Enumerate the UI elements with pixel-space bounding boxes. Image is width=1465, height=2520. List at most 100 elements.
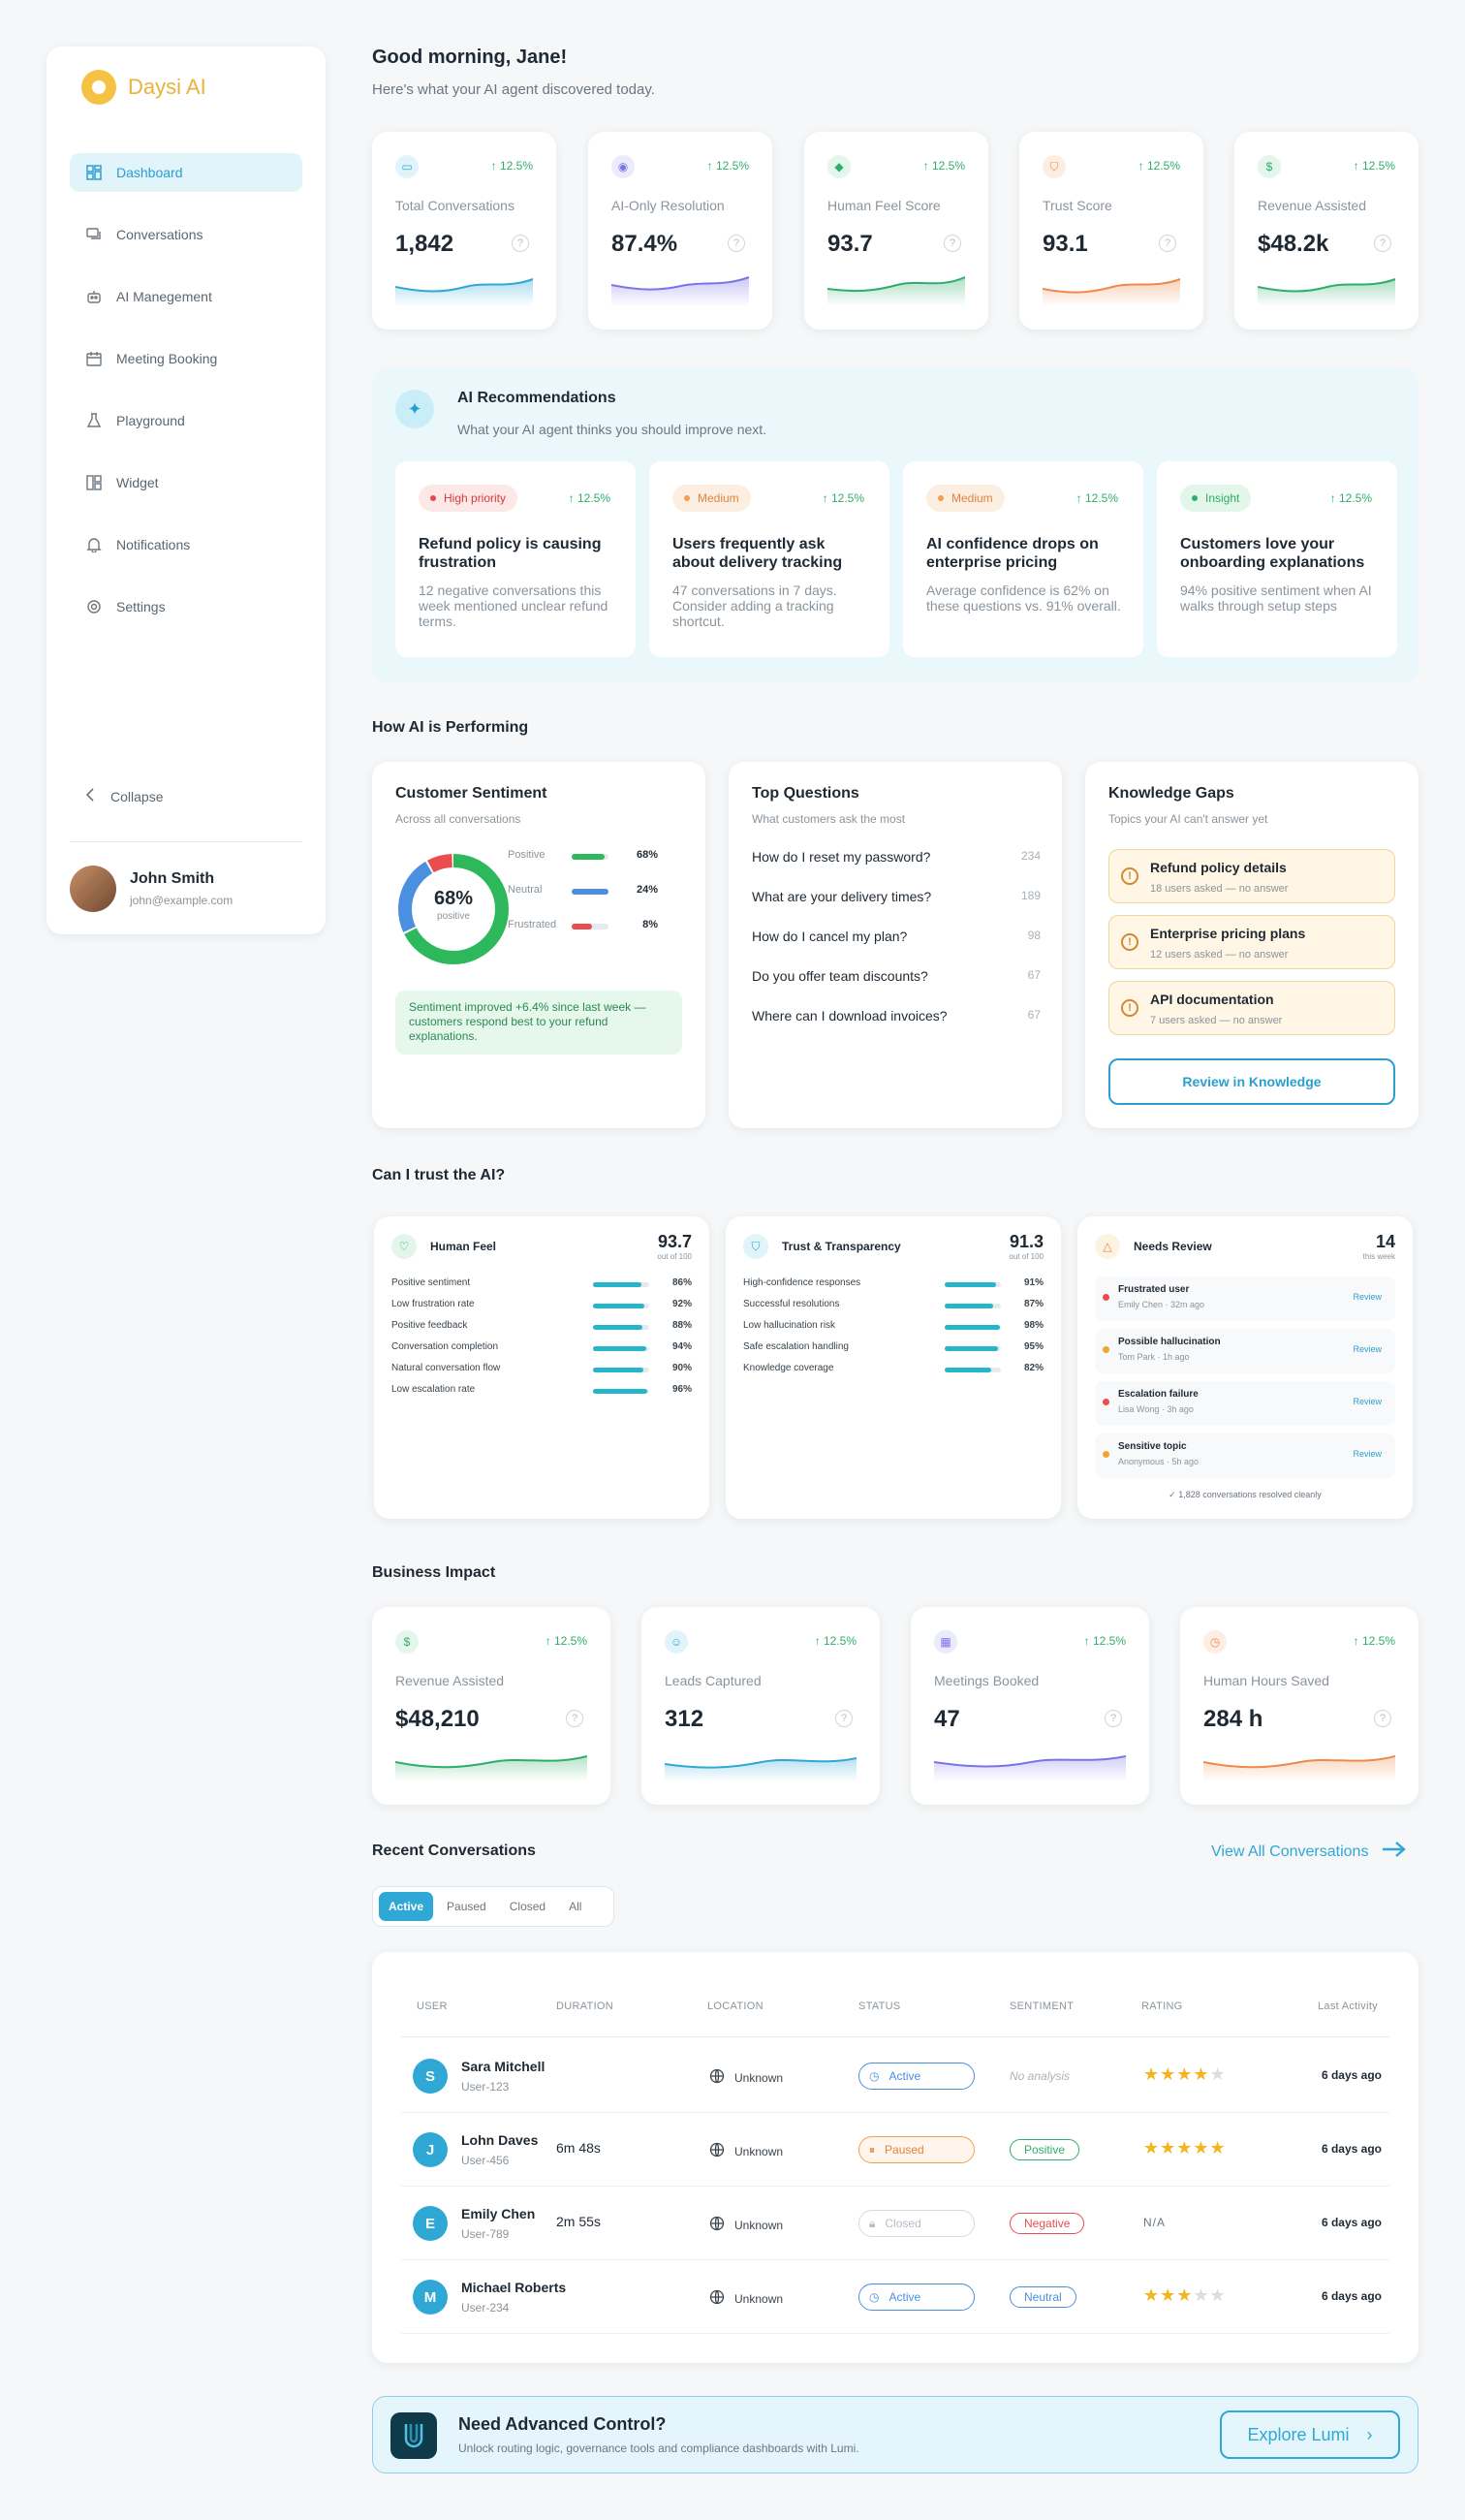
stat-label: Total Conversations bbox=[395, 198, 514, 213]
user-profile[interactable]: John Smith john@example.com bbox=[70, 866, 233, 912]
knowledge-gap-item[interactable]: ! Enterprise pricing plans 12 users asked … bbox=[1108, 915, 1395, 969]
question-item[interactable]: Do you offer team discounts? 67 bbox=[752, 968, 1041, 984]
help-icon[interactable]: ? bbox=[566, 1710, 583, 1727]
location: Unknown bbox=[709, 2289, 783, 2308]
sidebar-item-label: Meeting Booking bbox=[116, 351, 218, 366]
legend-frustrated: Frustrated 8% bbox=[508, 919, 658, 930]
business-card-hours-saved[interactable]: ◷ ↑ 12.5% Human Hours Saved 284 h ? bbox=[1180, 1607, 1418, 1805]
stat-card-ai-only-resolution[interactable]: ◉ ↑ 12.5% AI-Only Resolution 87.4% ? bbox=[588, 132, 772, 330]
review-link[interactable]: Review bbox=[1353, 1344, 1382, 1354]
explore-lumi-button[interactable]: Explore Lumi › bbox=[1220, 2410, 1400, 2459]
table-row[interactable]: E Emily Chen User-789 2m 55s Unknown 🔒︎ C… bbox=[401, 2187, 1389, 2260]
recommendation-card[interactable]: Insight ↑ 12.5% Customers love your onbo… bbox=[1157, 461, 1397, 657]
customer-sentiment-card: Customer Sentiment Across all conversati… bbox=[372, 762, 705, 1128]
table-row[interactable]: S Sara Mitchell User-123 Unknown ◷ Active… bbox=[401, 2039, 1389, 2113]
header-divider bbox=[401, 2036, 1389, 2037]
help-icon[interactable]: ? bbox=[728, 235, 745, 252]
sentiment-badge: Neutral bbox=[1010, 2286, 1076, 2308]
help-icon[interactable]: ? bbox=[1105, 1710, 1122, 1727]
sidebar-item-meeting-booking[interactable]: Meeting Booking bbox=[70, 339, 302, 378]
sidebar-item-playground[interactable]: Playground bbox=[70, 401, 302, 440]
stat-card-revenue-assisted[interactable]: $ ↑ 12.5% Revenue Assisted $48.2k ? bbox=[1234, 132, 1418, 330]
column-header[interactable]: USER bbox=[417, 2000, 448, 2012]
recommendation-card[interactable]: High priority ↑ 12.5% Refund policy is c… bbox=[395, 461, 636, 657]
table-row[interactable]: J Lohn Daves User-456 6m 48s Unknown ⏸ Pa… bbox=[401, 2113, 1389, 2187]
app-logo[interactable]: Daysi AI bbox=[81, 70, 206, 105]
review-item[interactable]: Sensitive topic Anonymous · 5h ago Review bbox=[1095, 1433, 1395, 1478]
column-header[interactable]: Last Activity bbox=[1318, 2000, 1378, 2012]
card-title: Human Feel bbox=[430, 1240, 497, 1253]
tab-closed[interactable]: Closed bbox=[500, 1892, 555, 1921]
table-row[interactable]: M Michael Roberts User-234 Unknown ◷ Acti… bbox=[401, 2260, 1389, 2334]
metric-row: Low hallucination risk 98% bbox=[743, 1320, 1044, 1331]
metric-row: Low frustration rate 92% bbox=[391, 1299, 692, 1309]
stat-card-trust-score[interactable]: ⛉ ↑ 12.5% Trust Score 93.1 ? bbox=[1019, 132, 1203, 330]
help-icon[interactable]: ? bbox=[512, 235, 529, 252]
user-id: User-456 bbox=[461, 2154, 510, 2167]
sparkline bbox=[665, 1757, 857, 1781]
status-badge: ⏸ Paused bbox=[858, 2136, 975, 2163]
trend-up: ↑ 12.5% bbox=[922, 159, 965, 173]
business-card-meetings[interactable]: ▦ ↑ 12.5% Meetings Booked 47 ? bbox=[911, 1607, 1149, 1805]
review-link[interactable]: Review bbox=[1353, 1449, 1382, 1459]
section-title: Recent Conversations bbox=[372, 1843, 536, 1859]
sidebar-item-ai-management[interactable]: AI Manegement bbox=[70, 277, 302, 316]
column-header[interactable]: SENTIMENT bbox=[1010, 2000, 1074, 2012]
stat-label: Human Hours Saved bbox=[1203, 1673, 1329, 1688]
score-scale: out of 100 bbox=[1009, 1252, 1044, 1261]
sidebar-item-notifications[interactable]: Notifications bbox=[70, 525, 302, 564]
sidebar-item-widget[interactable]: Widget bbox=[70, 463, 302, 502]
help-icon[interactable]: ? bbox=[1159, 235, 1176, 252]
stat-card-human-feel-score[interactable]: ◆ ↑ 12.5% Human Feel Score 93.7 ? bbox=[804, 132, 988, 330]
last-activity: 6 days ago bbox=[1321, 2142, 1382, 2156]
banner-subtitle: Unlock routing logic, governance tools a… bbox=[458, 2441, 859, 2455]
stat-card-total-conversations[interactable]: ▭ ↑ 12.5% Total Conversations 1,842 ? bbox=[372, 132, 556, 330]
review-link[interactable]: Review bbox=[1353, 1292, 1382, 1302]
help-icon[interactable]: ? bbox=[1374, 1710, 1391, 1727]
column-header[interactable]: STATUS bbox=[858, 2000, 901, 2012]
trend-up: ↑ 12.5% bbox=[822, 491, 864, 505]
column-header[interactable]: RATING bbox=[1141, 2000, 1183, 2012]
metric-row: Positive sentiment 86% bbox=[391, 1277, 692, 1288]
review-item[interactable]: Escalation failure Lisa Wong · 3h ago Revi… bbox=[1095, 1381, 1395, 1426]
recommendation-card[interactable]: Medium ↑ 12.5% Users frequently ask abou… bbox=[649, 461, 889, 657]
view-all-conversations-link[interactable]: View All Conversations bbox=[1211, 1841, 1407, 1863]
help-icon[interactable]: ? bbox=[1374, 235, 1391, 252]
status-badge: ◷ Active bbox=[858, 2284, 975, 2311]
question-item[interactable]: How do I cancel my plan? 98 bbox=[752, 929, 1041, 944]
knowledge-gap-item[interactable]: ! Refund policy details 18 users asked — n… bbox=[1108, 849, 1395, 903]
business-card-revenue[interactable]: $ ↑ 12.5% Revenue Assisted $48,210 ? bbox=[372, 1607, 610, 1805]
sidebar-item-conversations[interactable]: Conversations bbox=[70, 215, 302, 254]
sidebar-item-settings[interactable]: Settings bbox=[70, 587, 302, 626]
review-item[interactable]: Frustrated user Emily Chen · 32m ago Revie… bbox=[1095, 1276, 1395, 1321]
chat-icon: ▭ bbox=[395, 155, 419, 178]
help-icon[interactable]: ? bbox=[944, 235, 961, 252]
metric-row: Successful resolutions 87% bbox=[743, 1299, 1044, 1309]
review-item[interactable]: Possible hallucination Tom Park · 1h ago R… bbox=[1095, 1329, 1395, 1373]
review-link[interactable]: Review bbox=[1353, 1397, 1382, 1406]
question-item[interactable]: Where can I download invoices? 67 bbox=[752, 1008, 1041, 1024]
sidebar-item-dashboard[interactable]: Dashboard bbox=[70, 153, 302, 192]
help-icon[interactable]: ? bbox=[835, 1710, 853, 1727]
business-card-leads[interactable]: ☺ ↑ 12.5% Leads Captured 312 ? bbox=[641, 1607, 880, 1805]
column-header[interactable]: DURATION bbox=[556, 2000, 613, 2012]
recommendation-card[interactable]: Medium ↑ 12.5% AI confidence drops on en… bbox=[903, 461, 1143, 657]
collapse-button[interactable]: Collapse bbox=[85, 788, 163, 804]
legend-positive: Positive 68% bbox=[508, 849, 658, 861]
tab-active[interactable]: Active bbox=[379, 1892, 434, 1921]
tab-paused[interactable]: Paused bbox=[437, 1892, 496, 1921]
review-in-knowledge-button[interactable]: Review in Knowledge bbox=[1108, 1058, 1395, 1105]
user-name: Lohn Daves bbox=[461, 2132, 539, 2148]
duration: 2m 55s bbox=[556, 2214, 601, 2229]
knowledge-gap-item[interactable]: ! API documentation 7 users asked — no ans… bbox=[1108, 981, 1395, 1035]
column-header[interactable]: LOCATION bbox=[707, 2000, 764, 2012]
collapse-label: Collapse bbox=[110, 788, 164, 804]
stat-label: Meetings Booked bbox=[934, 1673, 1040, 1688]
tab-all[interactable]: All bbox=[559, 1892, 591, 1921]
trend-up: ↑ 12.5% bbox=[706, 159, 749, 173]
user-name: Michael Roberts bbox=[461, 2280, 567, 2295]
question-item[interactable]: How do I reset my password? 234 bbox=[752, 849, 1041, 865]
card-title: Top Questions bbox=[752, 785, 859, 802]
question-item[interactable]: What are your delivery times? 189 bbox=[752, 889, 1041, 904]
knowledge-gaps-card: Knowledge Gaps Topics your AI can't answ… bbox=[1085, 762, 1418, 1128]
